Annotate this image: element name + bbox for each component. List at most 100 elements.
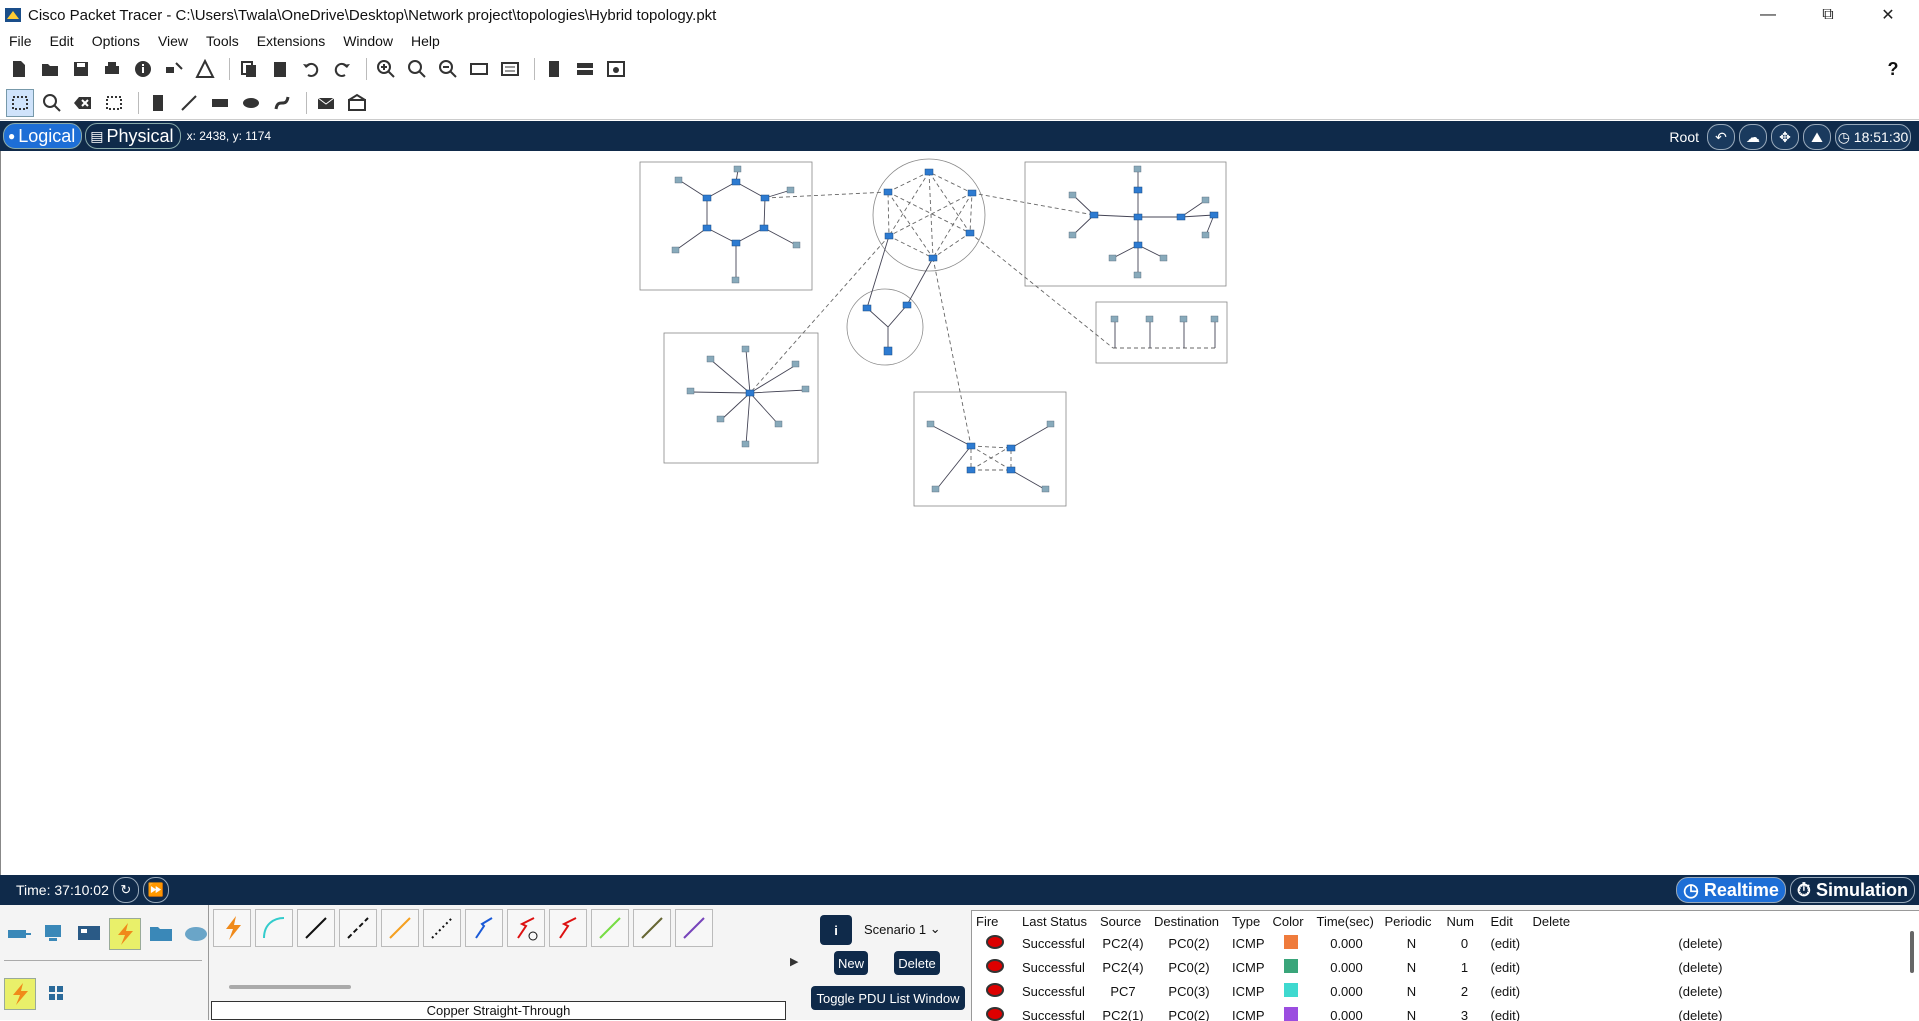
delete-tool-icon[interactable] — [70, 90, 96, 116]
draw-ellipse-icon[interactable] — [238, 90, 264, 116]
fire-button[interactable] — [972, 979, 1018, 1003]
background-image-icon[interactable]: ⛰ — [1803, 124, 1831, 150]
delete-link[interactable]: (delete) — [1529, 979, 1727, 1003]
power-cycle-icon[interactable]: ↻ — [112, 877, 139, 903]
multiuser-connection-icon[interactable] — [181, 918, 211, 948]
edit-link[interactable]: (edit) — [1487, 931, 1529, 955]
miscellaneous-icon[interactable] — [146, 918, 176, 948]
draw-line-icon[interactable] — [176, 90, 202, 116]
print-icon[interactable] — [99, 56, 125, 82]
iot-custom-cable-icon[interactable] — [633, 909, 671, 947]
back-icon[interactable]: ↶ — [1707, 124, 1735, 150]
serial-dce-icon[interactable] — [507, 909, 545, 947]
octal-cable-icon[interactable] — [591, 909, 629, 947]
list-icon[interactable] — [541, 56, 567, 82]
fire-icon[interactable] — [986, 982, 1004, 997]
add-complex-pdu-icon[interactable] — [344, 90, 370, 116]
scenario-select[interactable]: Scenario 1 ⌄ — [864, 919, 950, 939]
logical-workspace[interactable] — [0, 151, 1919, 875]
simulation-mode-button[interactable]: ⏱ Simulation — [1789, 877, 1915, 903]
serial-dte-icon[interactable] — [549, 909, 587, 947]
fire-icon[interactable] — [986, 1006, 1004, 1021]
grid-view-icon[interactable] — [41, 978, 71, 1008]
pdu-list-scrollbar[interactable] — [1910, 931, 1914, 973]
delete-link[interactable]: (delete) — [1529, 931, 1727, 955]
components-icon[interactable] — [74, 918, 104, 948]
copper-cross-over-icon[interactable] — [339, 909, 377, 947]
physical-view-button[interactable]: ▤ Physical — [85, 123, 181, 149]
info-icon[interactable] — [130, 56, 156, 82]
zoom-reset-icon[interactable] — [404, 56, 430, 82]
end-devices-icon[interactable] — [39, 918, 69, 948]
connections-subtype-icon[interactable] — [4, 978, 36, 1010]
fast-forward-icon[interactable]: ⏩ — [142, 877, 169, 903]
new-file-icon[interactable] — [6, 56, 32, 82]
coaxial-cable-icon[interactable] — [465, 909, 503, 947]
copy-icon[interactable] — [236, 56, 262, 82]
copper-straight-through-icon[interactable] — [297, 909, 335, 947]
add-simple-pdu-icon[interactable] — [313, 90, 339, 116]
move-icon[interactable]: ✥ — [1771, 124, 1799, 150]
edit-link[interactable]: (edit) — [1487, 955, 1529, 979]
custom-device-icon[interactable] — [192, 56, 218, 82]
scenario-info-button[interactable]: i — [820, 915, 852, 945]
fire-button[interactable] — [972, 955, 1018, 979]
menu-edit[interactable]: Edit — [41, 33, 83, 49]
table-row[interactable]: Successful PC7 PC0(3) ICMP 0.000 N 2 (edit) (del… — [972, 979, 1727, 1003]
drawing-palette-icon[interactable] — [466, 56, 492, 82]
paste-icon[interactable] — [267, 56, 293, 82]
zoom-in-icon[interactable] — [373, 56, 399, 82]
inspect-icon[interactable] — [39, 90, 65, 116]
screenshot-icon[interactable] — [603, 56, 629, 82]
network-devices-icon[interactable] — [4, 918, 34, 948]
restore-button[interactable]: ⧉ — [1800, 0, 1856, 30]
edit-link[interactable]: (edit) — [1487, 1003, 1529, 1021]
draw-rectangle-icon[interactable] — [207, 90, 233, 116]
usb-cable-icon[interactable] — [675, 909, 713, 947]
table-row[interactable]: Successful PC2(1) PC0(2) ICMP 0.000 N 3 (edit)(… — [972, 1003, 1727, 1021]
collapse-arrow-icon[interactable]: ▶ — [790, 955, 798, 968]
select-tool-icon[interactable] — [6, 88, 34, 117]
place-note-icon[interactable] — [145, 90, 171, 116]
network-wizard-icon[interactable] — [161, 56, 187, 82]
redo-icon[interactable] — [329, 56, 355, 82]
zoom-out-icon[interactable] — [435, 56, 461, 82]
logical-view-button[interactable]: ● Logical — [3, 123, 83, 149]
delete-scenario-button[interactable]: Delete — [894, 951, 940, 975]
menu-help[interactable]: Help — [402, 33, 449, 49]
server-icon[interactable] — [572, 56, 598, 82]
table-row[interactable]: Successful PC2(4) PC0(2) ICMP 0.000 N 0 (edit)(… — [972, 931, 1727, 955]
fiber-icon[interactable] — [381, 909, 419, 947]
fire-button[interactable] — [972, 1003, 1018, 1021]
delete-link[interactable]: (delete) — [1529, 1003, 1727, 1021]
cloud-icon[interactable]: ☁ — [1739, 124, 1767, 150]
edit-link[interactable]: (edit) — [1487, 979, 1529, 1003]
save-icon[interactable] — [68, 56, 94, 82]
new-scenario-button[interactable]: New — [834, 951, 868, 975]
help-icon[interactable]: ? — [1880, 56, 1906, 82]
phone-cable-icon[interactable] — [423, 909, 461, 947]
freeform-icon[interactable] — [269, 90, 295, 116]
connections-scrollbar[interactable] — [229, 985, 351, 989]
fire-icon[interactable] — [986, 958, 1004, 973]
fire-button[interactable] — [972, 931, 1018, 955]
minimize-button[interactable]: — — [1740, 0, 1796, 30]
resize-shape-icon[interactable] — [101, 90, 127, 116]
menu-file[interactable]: File — [0, 33, 41, 49]
menu-view[interactable]: View — [149, 33, 197, 49]
delete-link[interactable]: (delete) — [1529, 955, 1727, 979]
custom-devices-dialog-icon[interactable] — [497, 56, 523, 82]
open-folder-icon[interactable] — [37, 56, 63, 82]
automatic-connection-icon[interactable] — [213, 909, 251, 947]
undo-icon[interactable] — [298, 56, 324, 82]
fire-icon[interactable] — [986, 934, 1004, 949]
console-cable-icon[interactable] — [255, 909, 293, 947]
table-row[interactable]: Successful PC2(4) PC0(2) ICMP 0.000 N 1 (edit)(… — [972, 955, 1727, 979]
menu-options[interactable]: Options — [83, 33, 149, 49]
close-button[interactable]: ✕ — [1860, 0, 1916, 30]
menu-window[interactable]: Window — [334, 33, 402, 49]
realtime-mode-button[interactable]: ◷ Realtime — [1676, 877, 1786, 903]
menu-tools[interactable]: Tools — [197, 33, 248, 49]
connections-icon[interactable] — [109, 918, 141, 950]
toggle-pdu-list-button[interactable]: Toggle PDU List Window — [811, 986, 965, 1010]
